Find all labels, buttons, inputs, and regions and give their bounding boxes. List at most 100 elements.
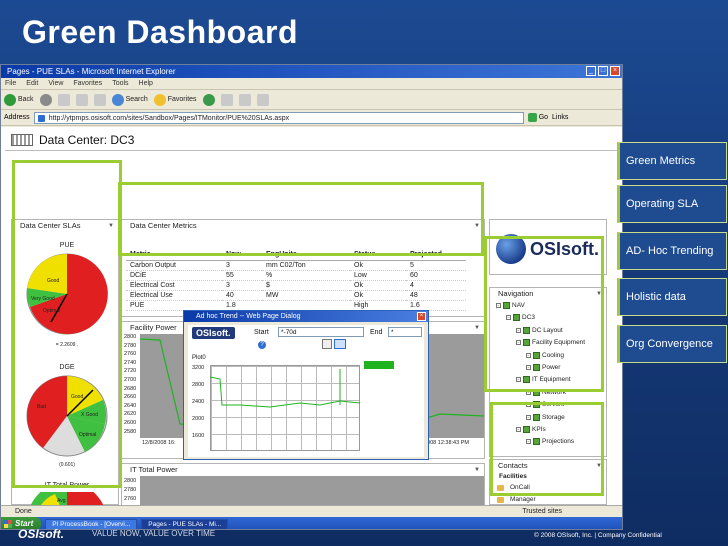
- table-row[interactable]: Electrical Cost 3 $ Ok 4: [126, 280, 466, 291]
- expand-icon[interactable]: −: [496, 303, 501, 308]
- panel-menu-icon[interactable]: ▼: [596, 288, 602, 300]
- maximize-button[interactable]: □: [598, 66, 608, 76]
- tree-node-icon: [533, 401, 540, 409]
- it-power-chart[interactable]: [140, 476, 484, 505]
- links-label[interactable]: Links: [552, 114, 568, 121]
- nav-item[interactable]: − DC Layout: [516, 326, 563, 334]
- y-tick-label: 2640: [124, 402, 137, 409]
- back-button[interactable]: Back: [4, 93, 34, 106]
- panel-menu-icon[interactable]: ▼: [474, 220, 480, 232]
- contact-item[interactable]: OnCall: [497, 484, 530, 491]
- y-tick-label: 2800: [124, 334, 137, 340]
- close-button[interactable]: ×: [610, 66, 620, 76]
- expand-icon[interactable]: −: [526, 414, 531, 420]
- table-row[interactable]: Carbon Output 3 mm C02/Ton Ok 5: [126, 260, 466, 271]
- dialog-trend-line: [210, 369, 360, 408]
- end-input[interactable]: *: [388, 327, 422, 337]
- back-arrow-icon: [4, 93, 16, 106]
- nav-item-label: Power: [542, 364, 561, 371]
- expand-icon[interactable]: −: [526, 402, 531, 408]
- address-label: Address: [4, 114, 30, 121]
- menu-edit[interactable]: Edit: [26, 78, 38, 89]
- zoom-icon[interactable]: [322, 339, 332, 349]
- panel-menu-icon[interactable]: ▼: [474, 464, 480, 476]
- nav-item[interactable]: − NAV: [496, 302, 525, 309]
- panel-menu-icon[interactable]: ▼: [108, 220, 114, 232]
- expand-icon[interactable]: −: [526, 365, 531, 370]
- arrow-icon[interactable]: [334, 339, 346, 349]
- person-icon: [497, 496, 504, 503]
- y-tick-label: 2600: [124, 420, 137, 426]
- expand-icon[interactable]: −: [506, 315, 511, 321]
- forward-arrow-icon[interactable]: [39, 93, 52, 106]
- start-input[interactable]: *-70d: [278, 327, 364, 337]
- facility-power-x-start: 12/8/2008 16:: [142, 440, 176, 446]
- y-tick-label: 2000: [192, 416, 205, 422]
- nav-item[interactable]: − Power: [526, 364, 560, 371]
- stop-icon[interactable]: [57, 93, 70, 106]
- home-icon[interactable]: [93, 93, 106, 106]
- search-button[interactable]: Search: [111, 93, 148, 106]
- nav-item[interactable]: − Cooling: [526, 351, 565, 359]
- minimize-button[interactable]: _: [586, 66, 596, 76]
- side-menu-item-3[interactable]: Holistic data: [617, 278, 727, 316]
- tree-node-icon: [533, 388, 540, 396]
- favorites-button[interactable]: Favorites: [153, 93, 197, 106]
- status-bar: Done Trusted sites: [1, 505, 622, 517]
- y-tick-label: 2780: [124, 487, 137, 493]
- toolbar: Back Search Favorites: [1, 90, 622, 110]
- url-input[interactable]: http://ytpmps.osisoft.com/sites/Sandbox/…: [33, 111, 524, 124]
- table-row[interactable]: Electrical Use 40 MW Ok 48: [126, 290, 466, 301]
- menu-file[interactable]: File: [5, 78, 16, 89]
- menu-favorites[interactable]: Favorites: [73, 78, 102, 89]
- panel-menu-icon[interactable]: ▼: [596, 460, 602, 472]
- expand-icon[interactable]: −: [516, 327, 521, 333]
- nav-item[interactable]: − DC3: [506, 314, 535, 322]
- nav-item-label: Cooling: [542, 351, 565, 359]
- expand-icon[interactable]: −: [516, 340, 521, 346]
- edit-icon[interactable]: [256, 93, 269, 106]
- expand-icon[interactable]: −: [526, 389, 531, 395]
- y-tick-label: 1600: [192, 433, 205, 439]
- help-icon[interactable]: ?: [258, 341, 266, 349]
- expand-icon[interactable]: −: [516, 427, 521, 432]
- nav-item[interactable]: − Network: [526, 388, 566, 396]
- gauge-dge: Bad Good X Good Optimal: [26, 375, 108, 457]
- svg-text:Very Good: Very Good: [31, 296, 55, 302]
- side-menu-item-0[interactable]: Green Metrics: [617, 142, 727, 180]
- y-tick-label: 2680: [124, 385, 137, 392]
- menu-view[interactable]: View: [48, 78, 63, 89]
- expand-icon[interactable]: −: [526, 352, 531, 358]
- history-icon[interactable]: [202, 93, 215, 106]
- nav-item[interactable]: − Storage: [526, 413, 565, 421]
- dialog-close-button[interactable]: ×: [417, 312, 426, 321]
- nav-item[interactable]: − IT Equipment: [516, 376, 571, 384]
- table-row[interactable]: DCiE 55% Low 60: [126, 270, 466, 281]
- y-tick-label: 2620: [124, 411, 137, 418]
- taskbar-item-ie[interactable]: Pages - PUE SLAs - Mi...: [141, 518, 229, 529]
- side-menu-item-1[interactable]: Operating SLA: [617, 185, 727, 223]
- side-menu-item-2[interactable]: AD- Hoc Trending: [617, 232, 727, 270]
- table-row[interactable]: PUE 1.8 High 1.6: [126, 300, 466, 311]
- expand-icon[interactable]: −: [516, 377, 521, 383]
- side-menu-item-4[interactable]: Org Convergence: [617, 325, 727, 363]
- contact-item[interactable]: Manager: [497, 496, 536, 503]
- go-button[interactable]: Go: [527, 113, 548, 122]
- nav-item[interactable]: − Projections: [526, 438, 574, 446]
- end-label: End: [370, 329, 383, 336]
- mail-icon[interactable]: [220, 93, 233, 106]
- expand-icon[interactable]: −: [526, 439, 531, 445]
- footer-tagline: VALUE NOW, VALUE OVER TIME: [92, 529, 216, 538]
- panel-menu-icon[interactable]: ▼: [474, 322, 480, 334]
- refresh-icon[interactable]: [75, 93, 88, 106]
- menu-tools[interactable]: Tools: [112, 78, 128, 89]
- svg-text:Avg: Avg: [57, 498, 66, 504]
- gauge-pue-label: PUE: [59, 242, 75, 249]
- nav-item[interactable]: − Servers: [526, 401, 564, 409]
- nav-item[interactable]: − KPIs: [516, 426, 546, 433]
- table-header-row: Metric Now EngUnits Status Projected: [126, 250, 466, 261]
- window-title: Pages - PUE SLAs - Microsoft Internet Ex…: [7, 67, 176, 76]
- print-icon[interactable]: [238, 93, 251, 106]
- nav-item[interactable]: − Facility Equipment: [516, 339, 585, 347]
- menu-help[interactable]: Help: [139, 78, 153, 89]
